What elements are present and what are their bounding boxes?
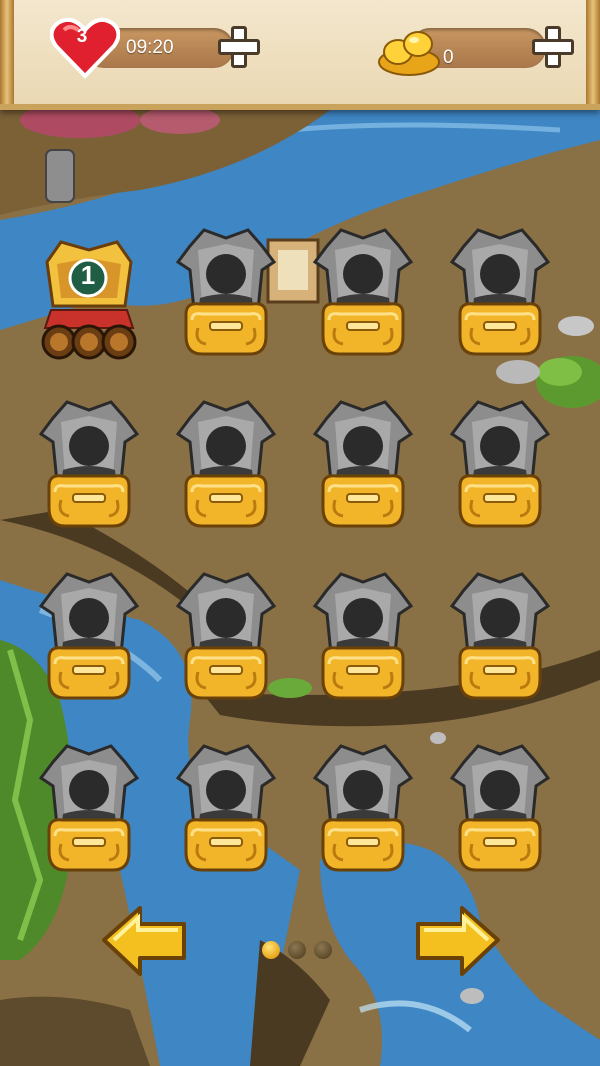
locked-level-icon <box>450 400 550 528</box>
top-bar: 3 09:20 0 <box>0 0 600 110</box>
locked-level-icon <box>176 744 276 872</box>
level-3-locked[interactable] <box>307 224 419 364</box>
page-dot-3[interactable] <box>314 941 332 959</box>
level-16-locked[interactable] <box>444 740 556 880</box>
locked-level-icon <box>39 744 139 872</box>
locked-level-icon <box>176 400 276 528</box>
level-2-locked[interactable] <box>170 224 282 364</box>
locked-level-icon <box>450 228 550 356</box>
locked-level-icon <box>39 572 139 700</box>
locked-level-icon <box>176 228 276 356</box>
locked-level-icon <box>313 572 413 700</box>
level-15-locked[interactable] <box>307 740 419 880</box>
scroll-rod-right <box>586 0 600 104</box>
level-1-button[interactable]: 1 <box>33 232 145 362</box>
level-11-locked[interactable] <box>307 568 419 708</box>
level-number: 1 <box>80 260 96 290</box>
scroll-rod-left <box>0 0 14 104</box>
add-gold-button[interactable] <box>532 26 574 68</box>
level-6-locked[interactable] <box>170 396 282 536</box>
arrow-right-icon[interactable] <box>410 902 502 980</box>
level-8-locked[interactable] <box>444 396 556 536</box>
gold-count: 0 <box>443 47 454 68</box>
level-5-locked[interactable] <box>33 396 145 536</box>
level-7-locked[interactable] <box>307 396 419 536</box>
level-12-locked[interactable] <box>444 568 556 708</box>
locked-level-icon <box>313 400 413 528</box>
arrow-left-icon[interactable] <box>100 902 192 980</box>
current-level-icon <box>41 240 137 360</box>
add-lives-button[interactable] <box>218 26 260 68</box>
lives-count: 3 <box>76 26 88 47</box>
gold-ingot-icon <box>378 31 440 76</box>
locked-level-icon <box>176 572 276 700</box>
level-13-locked[interactable] <box>33 740 145 880</box>
lives-timer: 09:20 <box>126 37 174 58</box>
locked-level-icon <box>450 744 550 872</box>
page-dot-1[interactable] <box>262 941 280 959</box>
level-9-locked[interactable] <box>33 568 145 708</box>
level-10-locked[interactable] <box>170 568 282 708</box>
locked-level-icon <box>450 572 550 700</box>
page-dot-2[interactable] <box>288 941 306 959</box>
level-14-locked[interactable] <box>170 740 282 880</box>
locked-level-icon <box>39 400 139 528</box>
level-4-locked[interactable] <box>444 224 556 364</box>
locked-level-icon <box>313 228 413 356</box>
locked-level-icon <box>313 744 413 872</box>
